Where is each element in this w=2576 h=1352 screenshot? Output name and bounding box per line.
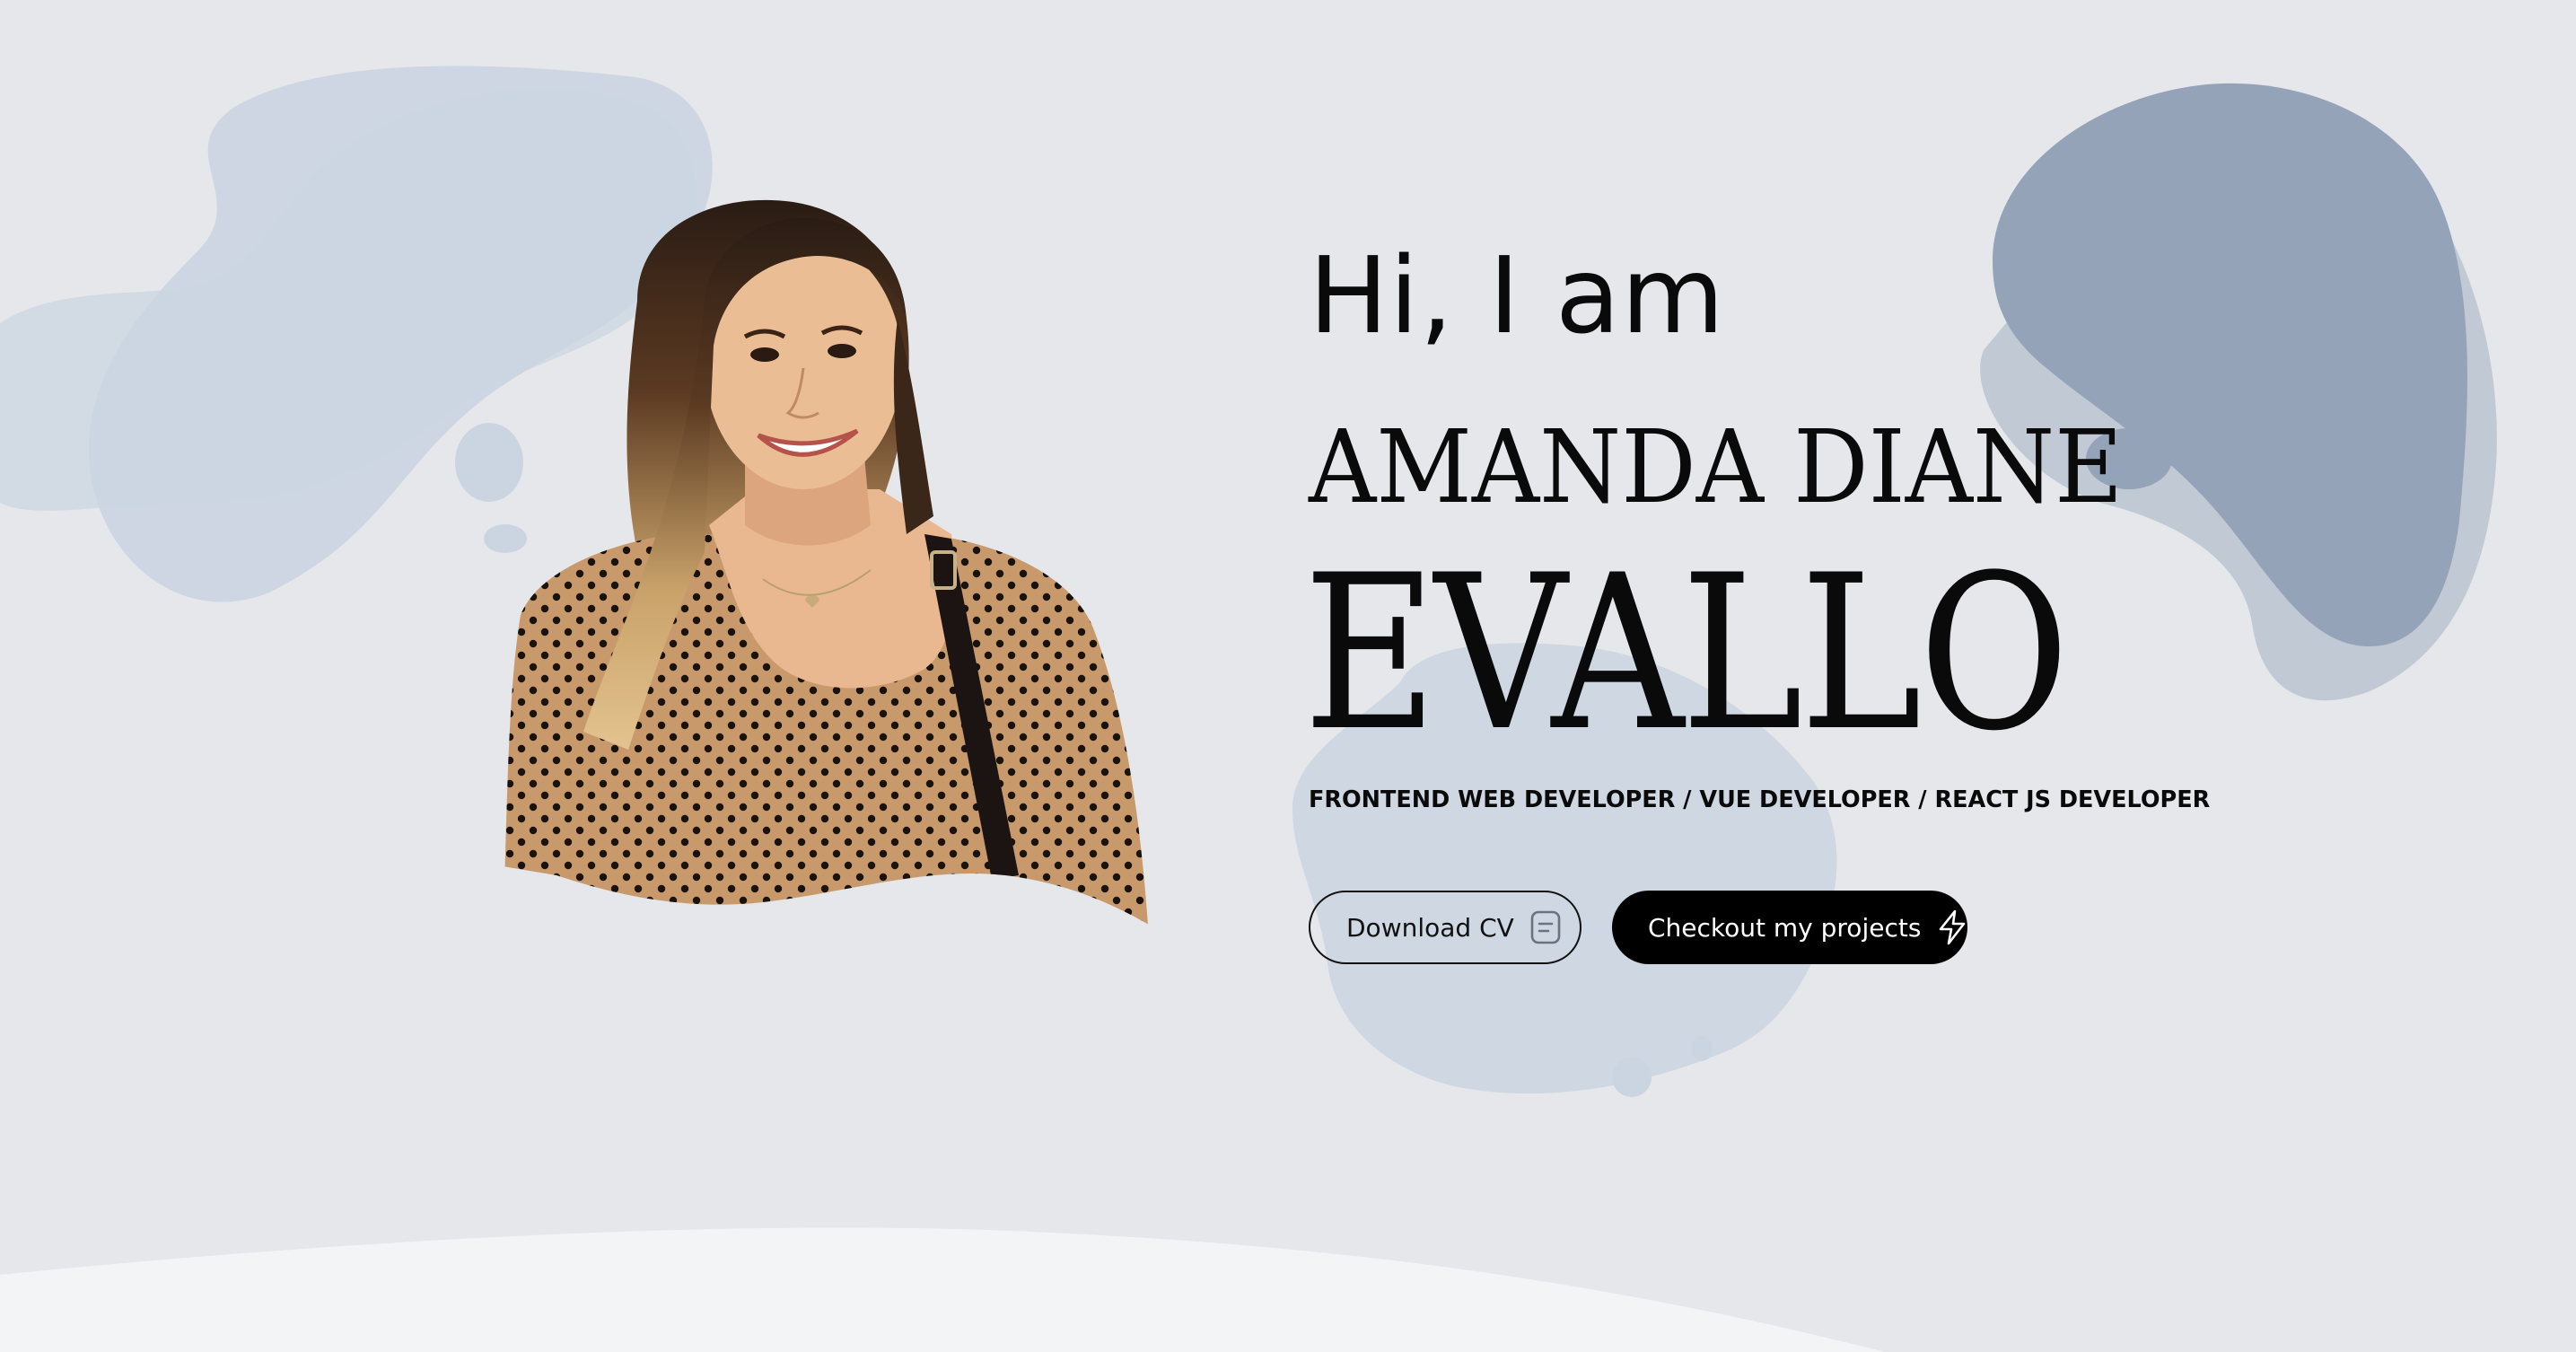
profile-photo	[503, 199, 1149, 938]
blob-drop-center-1	[1612, 1058, 1652, 1097]
greeting: Hi, I am	[1309, 233, 1726, 357]
checkout-projects-label: Checkout my projects	[1648, 912, 1922, 943]
lightning-icon	[1937, 909, 1967, 945]
first-name: AMANDA DIANE	[1309, 409, 2124, 526]
download-cv-button[interactable]: Download CV	[1309, 891, 1582, 964]
footer-wave	[0, 1227, 1885, 1352]
blob-drop-center-2	[1691, 1036, 1713, 1061]
role-subtitle: FRONTEND WEB DEVELOPER / VUE DEVELOPER /…	[1309, 786, 2211, 813]
checkout-projects-button[interactable]: Checkout my projects	[1612, 891, 1967, 964]
document-icon	[1530, 910, 1561, 944]
background-decor	[0, 66, 2497, 1352]
download-cv-label: Download CV	[1346, 912, 1514, 943]
last-name: EVALLO	[1303, 530, 2070, 778]
